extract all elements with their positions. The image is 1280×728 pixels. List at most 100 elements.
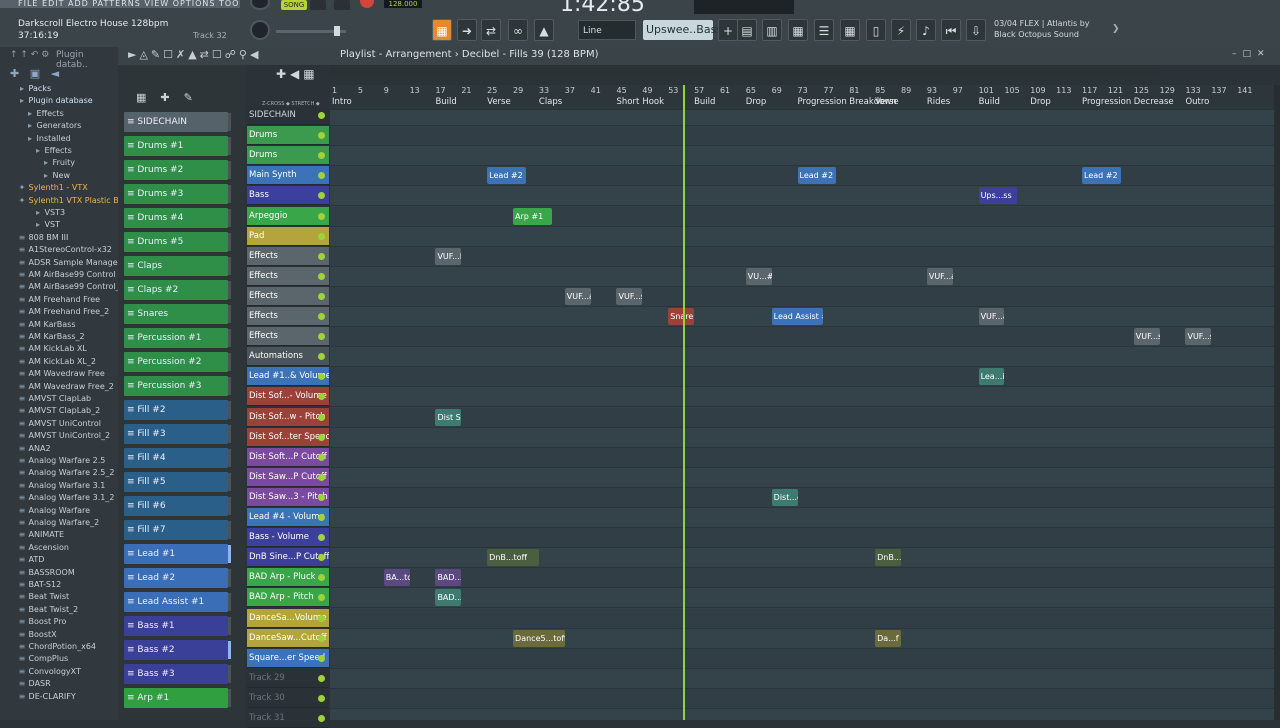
browser-item[interactable]: ≡ AM Wavedraw Free	[0, 368, 118, 380]
track-mute-led[interactable]	[318, 694, 325, 702]
channel-button[interactable]: ≡ Drums #4	[124, 208, 228, 228]
channel-button[interactable]: ≡ Drums #5	[124, 232, 228, 252]
time-marker[interactable]: Drop	[746, 97, 766, 107]
mixer-icon[interactable]: ☰	[814, 19, 834, 41]
time-marker[interactable]: Rides	[927, 97, 950, 107]
channel-select-led[interactable]	[228, 425, 231, 443]
channel-select-led[interactable]	[228, 257, 231, 275]
track-mute-led[interactable]	[318, 132, 325, 140]
channel-button[interactable]: ≡ Drums #3	[124, 184, 228, 204]
track-header[interactable]: DnB Sine...P Cutoff	[247, 548, 329, 568]
track-lane[interactable]	[330, 206, 1274, 227]
track-header[interactable]: Bass	[247, 186, 329, 206]
track-mute-led[interactable]	[318, 715, 325, 722]
browser-item[interactable]: ≡ Analog Warfare	[0, 505, 118, 517]
track-lane[interactable]	[330, 508, 1274, 528]
channel-select-led[interactable]	[228, 401, 231, 419]
pattern-clip[interactable]: Da...f	[875, 629, 901, 647]
pattern-clip[interactable]: VUF...ars	[926, 267, 953, 285]
download-icon[interactable]: ⇩	[966, 19, 986, 41]
track-header[interactable]: Square...er Speed	[247, 648, 329, 668]
browser-item[interactable]: ≡ 808 BM III	[0, 232, 118, 244]
menu-bar[interactable]: FILE EDIT ADD PATTERNS VIEW OPTIONS TOOL…	[0, 0, 240, 8]
channel-button[interactable]: ≡ Fill #3	[124, 424, 228, 444]
snap-select[interactable]: Line	[578, 20, 636, 40]
channel-button[interactable]: ≡ Fill #5	[124, 472, 228, 492]
track-header[interactable]: Dist Saw...3 - Pitch	[247, 487, 329, 507]
browser-item[interactable]: ≡ AMVST UniControl_2	[0, 430, 118, 442]
browser-item[interactable]: ≡ AM KarBass_2	[0, 331, 118, 343]
pattern-icon[interactable]: ▦	[432, 19, 452, 41]
time-marker[interactable]: Progression	[1082, 97, 1131, 107]
browser-icon[interactable]: ▯	[866, 19, 886, 41]
track-header[interactable]: SIDECHAIN	[247, 106, 329, 125]
track-mute-led[interactable]	[318, 333, 325, 341]
track-header[interactable]: Drums	[247, 146, 329, 166]
browser-item[interactable]: ≡ AMVST ClapLab	[0, 393, 118, 405]
browser-item[interactable]: ≡ Analog Warfare 2.5_2	[0, 467, 118, 479]
channel-select-led[interactable]	[228, 689, 231, 707]
browser-item[interactable]: ≡ Analog Warfare 2.5	[0, 455, 118, 467]
track-headers[interactable]: SIDECHAIN Drums Drums Main Synth Bass Arpeggi…	[247, 106, 329, 728]
track-mute-led[interactable]	[318, 272, 325, 280]
browser-item[interactable]: ✦ Sylenth1 - VTX	[0, 182, 118, 194]
browser-item[interactable]: ▸ VST	[0, 219, 118, 231]
pattern-select[interactable]: Upswee..Bass	[643, 20, 722, 40]
master-pitch-knob[interactable]	[250, 20, 270, 40]
track-header[interactable]: Effects	[247, 327, 329, 347]
channel-rack-icon[interactable]: ▦	[788, 19, 808, 41]
track-mute-led[interactable]	[318, 192, 325, 200]
track-header[interactable]: DanceSaw...Cutoff	[247, 628, 329, 648]
track-lane[interactable]	[330, 688, 1274, 709]
time-marker[interactable]: Progression	[798, 97, 847, 107]
browser-item[interactable]: ≡ AM AirBase99 Control	[0, 269, 118, 281]
track-header[interactable]: DanceSa...Volume	[247, 608, 329, 628]
track-lane[interactable]	[330, 487, 1274, 508]
channel-select-led[interactable]	[228, 281, 231, 299]
chevron-right-icon[interactable]: ❯	[1112, 24, 1120, 34]
arrangement-grid[interactable]: Lead #2 Lead #2 Lead #2 Ups...ss Arp #1 VUF..…	[330, 110, 1274, 720]
track-lane[interactable]	[330, 467, 1274, 488]
track-header[interactable]: Effects	[247, 266, 329, 286]
track-mute-led[interactable]	[318, 112, 325, 119]
arrow-right-icon[interactable]: ➜	[457, 19, 477, 41]
browser-item[interactable]: ≡ AM Freehand Free	[0, 294, 118, 306]
track-mute-led[interactable]	[318, 252, 325, 260]
browser-item[interactable]: ≡ AMVST UniControl	[0, 418, 118, 430]
pattern-clip[interactable]: VUF...s #2	[616, 287, 643, 305]
track-mute-led[interactable]	[318, 433, 325, 441]
browser-item[interactable]: ≡ BASSROOM	[0, 567, 118, 579]
channel-button[interactable]: ≡ Bass #3	[124, 664, 228, 684]
channel-select-led[interactable]	[228, 641, 231, 659]
playlist-tools[interactable]: ►◬✎☐✗▲⇄☐☍⚲◀	[128, 48, 261, 61]
track-lane[interactable]	[330, 226, 1274, 247]
track-mute-led[interactable]	[318, 574, 325, 582]
channel-select-led[interactable]	[228, 353, 231, 371]
channel-select-led[interactable]	[228, 569, 231, 587]
track-header[interactable]: Main Synth	[247, 166, 329, 186]
channel-button[interactable]: ≡ Percussion #1	[124, 328, 228, 348]
channel-button[interactable]: ≡ Claps	[124, 256, 228, 276]
browser-item[interactable]: ≡ Analog Warfare_2	[0, 517, 118, 529]
browser-item[interactable]: ≡ AMVST ClapLab_2	[0, 405, 118, 417]
channel-button[interactable]: ≡ Claps #2	[124, 280, 228, 300]
browser-item[interactable]: ≡ Analog Warfare 3.1	[0, 480, 118, 492]
channel-select-led[interactable]	[228, 617, 231, 635]
slider-handle[interactable]	[334, 26, 340, 36]
channel-button[interactable]: ≡ Drums #2	[124, 160, 228, 180]
track-header[interactable]: Track 30	[247, 688, 329, 708]
track-mute-led[interactable]	[318, 534, 325, 542]
pattern-clip[interactable]: Lead Assist #1	[771, 308, 824, 325]
pattern-clip[interactable]: BAD...utoff	[435, 569, 462, 587]
track-header[interactable]: Effects	[247, 307, 329, 326]
browser-item[interactable]: ≡ ADSR Sample Manager	[0, 257, 118, 269]
track-header[interactable]: Track 29	[247, 668, 329, 688]
track-header[interactable]: Dist Sof...w - Pitch	[247, 407, 329, 427]
track-mute-led[interactable]	[318, 172, 325, 180]
pattern-clip[interactable]: VUF...Bars	[435, 247, 462, 265]
channel-button[interactable]: ≡ SIDECHAIN	[124, 112, 228, 132]
track-mute-led[interactable]	[318, 353, 325, 361]
stamp-icon[interactable]: ▲	[534, 19, 554, 41]
browser-item[interactable]: ≡ Boost Pro	[0, 616, 118, 628]
track-mute-led[interactable]	[318, 493, 325, 501]
